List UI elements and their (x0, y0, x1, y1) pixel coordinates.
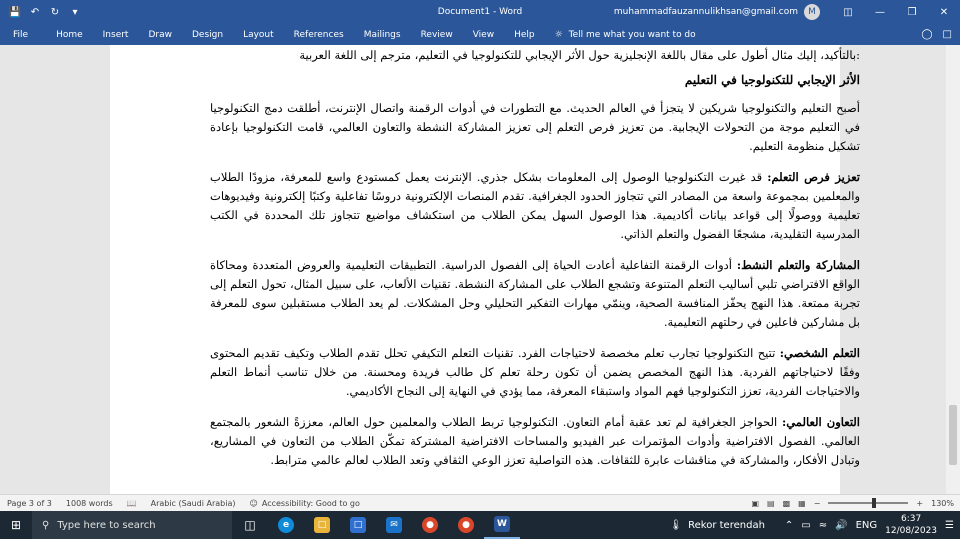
zoom-slider-knob[interactable] (872, 498, 877, 508)
proofing-icon: 📖 (126, 498, 137, 508)
customize-quick-access-icon[interactable]: ▾ (68, 5, 82, 19)
tab-references[interactable]: References (284, 30, 354, 40)
zoom-out-icon[interactable]: − (814, 499, 821, 508)
tab-insert[interactable]: Insert (93, 30, 139, 40)
clock-time[interactable]: 6:37 (901, 514, 921, 524)
read-mode-icon[interactable]: ▤ (767, 499, 775, 508)
taskbar-search-placeholder[interactable]: Type here to search (57, 520, 155, 531)
tab-draw[interactable]: Draw (138, 30, 182, 40)
windows-taskbar: ⊞ ⚲ Type here to search ◫ e □ □ ✉ ● ● W … (0, 511, 960, 539)
web-layout-icon[interactable]: ▦ (798, 499, 806, 508)
document-area[interactable]: :بالتأكيد، إليك مثال أطول على مقال باللغ… (0, 45, 960, 494)
tab-home[interactable]: Home (46, 30, 93, 40)
chrome-profile-icon[interactable]: ● (448, 511, 484, 539)
quick-access-toolbar: 💾 ↶ ↻ ▾ (0, 5, 82, 19)
weather-label[interactable]: Rekor terendah (688, 520, 765, 531)
store-icon[interactable]: □ (340, 511, 376, 539)
weather-widget[interactable]: 🌡 Rekor terendah (669, 520, 776, 531)
paragraph-4-text[interactable]: تتيح التكنولوجيا تجارب تعلم مخصصة لاحتيا… (210, 346, 860, 398)
comments-icon[interactable]: □ (943, 29, 952, 40)
taskbar-apps: ◫ e □ □ ✉ ● ● W (232, 511, 520, 539)
scrollbar-thumb[interactable] (949, 405, 957, 465)
lightbulb-icon: ☼ (554, 29, 563, 40)
thermometer-icon: 🌡 (669, 519, 683, 531)
clock-date[interactable]: 12/08/2023 (885, 526, 937, 536)
status-bar: Page 3 of 3 1008 words 📖 Arabic (Saudi A… (0, 494, 960, 511)
paragraph-3[interactable]: المشاركة والتعلم النشط: أدوات الرقمنة ال… (210, 256, 860, 332)
mail-icon[interactable]: ✉ (376, 511, 412, 539)
tab-help[interactable]: Help (504, 30, 545, 40)
vertical-scrollbar[interactable] (946, 45, 960, 494)
undo-icon[interactable]: ↶ (28, 5, 42, 19)
ribbon-display-options-icon[interactable]: ◫ (832, 0, 864, 24)
network-icon[interactable]: ▭ (801, 520, 810, 531)
document-page[interactable]: :بالتأكيد، إليك مثال أطول على مقال باللغ… (110, 45, 860, 494)
window-controls: ◫ — ❐ ✕ (832, 0, 960, 24)
paragraph-1-text[interactable]: أصبح التعليم والتكنولوجيا شريكين لا يتجز… (210, 101, 860, 153)
avatar[interactable]: M (804, 4, 820, 20)
zoom-in-icon[interactable]: + (916, 499, 923, 508)
edge-icon[interactable]: e (268, 511, 304, 539)
paragraph-4[interactable]: التعلم الشخصي: تتيح التكنولوجيا تجارب تع… (210, 344, 860, 401)
show-hidden-icons-icon[interactable]: ⌃ (785, 520, 793, 531)
zoom-level[interactable]: 130% (931, 499, 954, 508)
print-layout-icon[interactable]: ▩ (783, 499, 791, 508)
ribbon-tabs: File Home Insert Draw Design Layout Refe… (0, 24, 960, 45)
close-icon[interactable]: ✕ (928, 0, 960, 24)
taskbar-search[interactable]: ⚲ Type here to search (32, 511, 232, 539)
tell-me-label[interactable]: Tell me what you want to do (569, 30, 696, 40)
document-body[interactable]: :بالتأكيد، إليك مثال أطول على مقال باللغ… (210, 45, 860, 482)
paragraph-5-text[interactable]: الحواجز الجغرافية لم تعد عقبة أمام التعا… (210, 415, 860, 467)
word-icon[interactable]: W (484, 511, 520, 539)
redo-icon[interactable]: ↻ (48, 5, 62, 19)
tab-mailings[interactable]: Mailings (354, 30, 411, 40)
proofing-status[interactable]: 📖 (120, 499, 144, 508)
accessibility-status[interactable]: ☺ Accessibility: Good to go (243, 499, 367, 508)
tab-layout[interactable]: Layout (233, 30, 284, 40)
wifi-icon[interactable]: ≈ (819, 520, 827, 531)
system-tray: 🌡 Rekor terendah ⌃ ▭ ≈ 🔊 ENG 6:37 12/08/… (669, 511, 960, 539)
focus-mode-icon[interactable]: ▣ (751, 499, 759, 508)
share-icon[interactable]: ◯ (921, 29, 932, 40)
paragraph-2[interactable]: تعزيز فرص التعلم: قد غيرت التكنولوجيا ال… (210, 168, 860, 244)
paragraph-2-text[interactable]: قد غيرت التكنولوجيا الوصول إلى المعلومات… (210, 170, 860, 241)
search-icon: ⚲ (42, 519, 50, 531)
chrome-icon[interactable]: ● (412, 511, 448, 539)
tell-me-search[interactable]: ☼ Tell me what you want to do (545, 30, 696, 40)
notifications-icon[interactable]: ☰ (945, 520, 954, 531)
paragraph-4-heading[interactable]: التعلم الشخصي: (780, 346, 860, 360)
tab-file[interactable]: File (0, 30, 46, 40)
document-heading[interactable]: الأثر الإيجابي للتكنولوجيا في التعليم (210, 71, 860, 89)
status-bar-right: ▣ ▤ ▩ ▦ − + 130% (751, 498, 954, 508)
save-icon[interactable]: 💾 (8, 5, 22, 19)
accessibility-icon: ☺ (249, 498, 258, 508)
paragraph-3-heading[interactable]: المشاركة والتعلم النشط: (737, 258, 860, 272)
windows-start-icon[interactable]: ⊞ (0, 511, 32, 539)
paragraph-1[interactable]: أصبح التعليم والتكنولوجيا شريكين لا يتجز… (210, 99, 860, 156)
accessibility-label[interactable]: Accessibility: Good to go (262, 499, 360, 508)
account-area[interactable]: muhammadfauzannulikhsan@gmail.com M (614, 4, 820, 20)
tab-design[interactable]: Design (182, 30, 233, 40)
page-count[interactable]: Page 3 of 3 (0, 499, 59, 508)
ribbon-right-actions: ◯ □ (921, 29, 952, 40)
intro-paragraph[interactable]: :بالتأكيد، إليك مثال أطول على مقال باللغ… (210, 46, 860, 65)
paragraph-5-heading[interactable]: التعاون العالمي: (782, 415, 860, 429)
zoom-slider[interactable] (828, 498, 909, 508)
maximize-icon[interactable]: ❐ (896, 0, 928, 24)
input-language[interactable]: ENG (856, 520, 878, 531)
file-explorer-icon[interactable]: □ (304, 511, 340, 539)
word-count[interactable]: 1008 words (59, 499, 120, 508)
task-view-icon[interactable]: ◫ (232, 511, 268, 539)
tab-review[interactable]: Review (411, 30, 463, 40)
minimize-icon[interactable]: — (864, 0, 896, 24)
account-email[interactable]: muhammadfauzannulikhsan@gmail.com (614, 7, 798, 17)
clock[interactable]: 6:37 12/08/2023 (885, 513, 937, 537)
paragraph-2-heading[interactable]: تعزيز فرص التعلم: (767, 170, 860, 184)
paragraph-5[interactable]: التعاون العالمي: الحواجز الجغرافية لم تع… (210, 413, 860, 470)
volume-icon[interactable]: 🔊 (835, 520, 847, 531)
language-indicator[interactable]: Arabic (Saudi Arabia) (144, 499, 243, 508)
tab-view[interactable]: View (463, 30, 504, 40)
title-bar: 💾 ↶ ↻ ▾ Document1 - Word muhammadfauzann… (0, 0, 960, 24)
